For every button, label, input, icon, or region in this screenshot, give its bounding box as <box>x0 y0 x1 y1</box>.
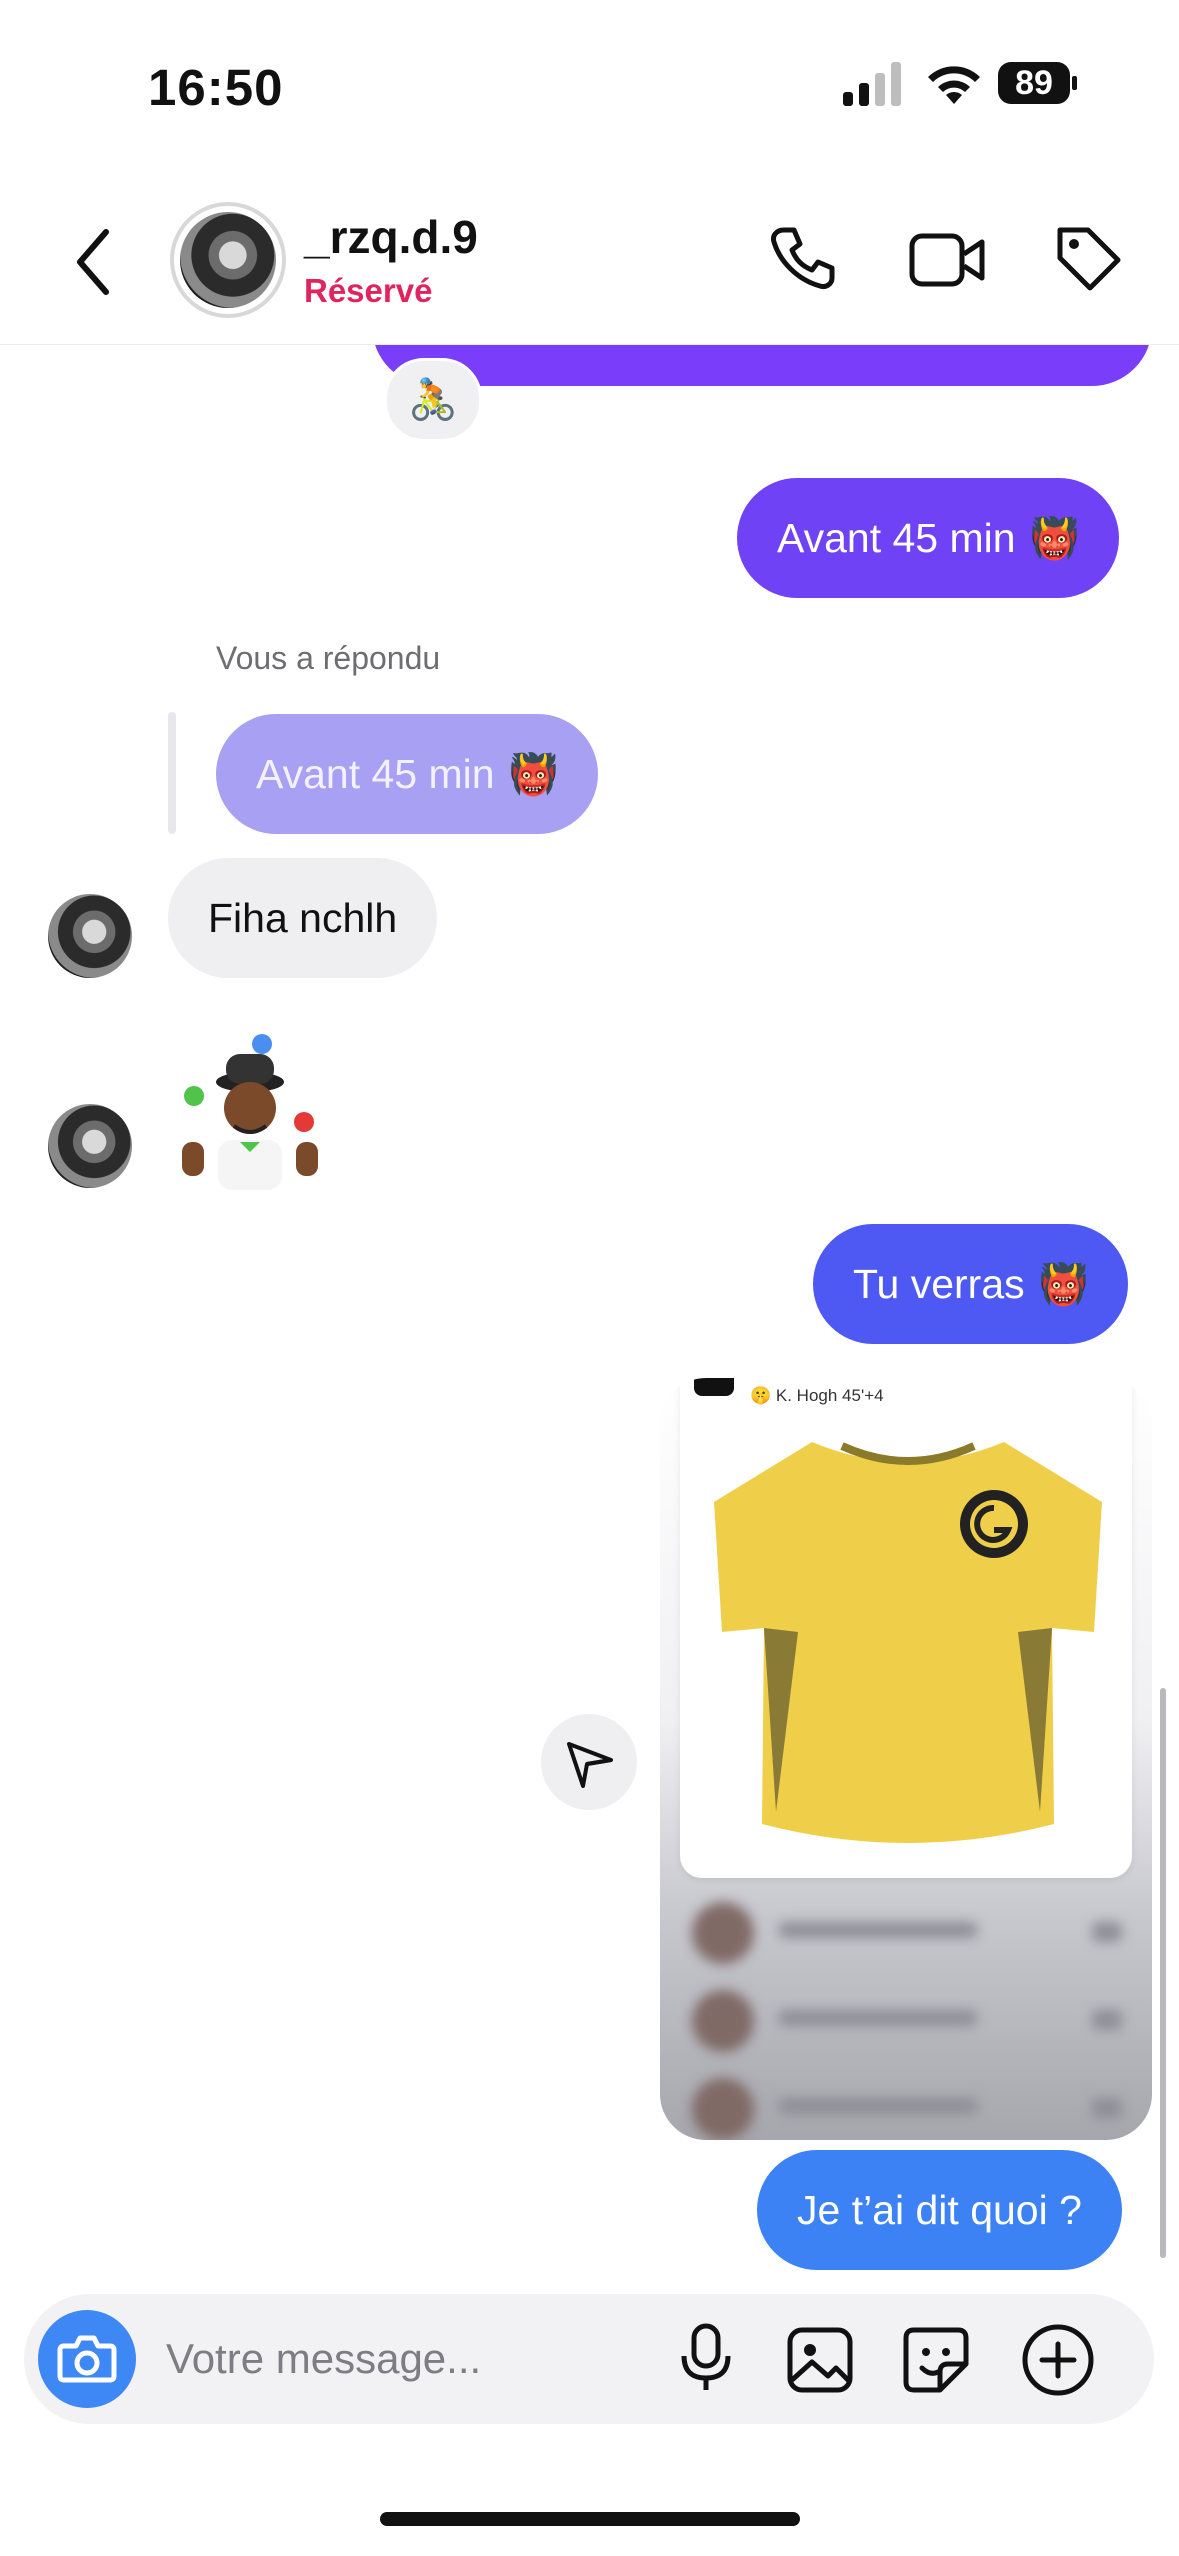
shared-post[interactable]: 🤫 K. Hogh 45'+4 <box>660 1378 1152 2140</box>
share-button[interactable] <box>541 1714 637 1810</box>
quoted-text: Avant 45 min <box>256 751 495 797</box>
battery-icon: 89 <box>998 62 1078 108</box>
app-badge-icon <box>694 1378 734 1396</box>
post-caption: 🤫 K. Hogh 45'+4 <box>750 1386 884 1405</box>
message-text: Tu verras <box>853 1261 1025 1307</box>
outgoing-message[interactable]: Je t’ai dit quoi ? <box>757 2150 1122 2270</box>
battery-level: 89 <box>1015 64 1053 102</box>
wifi-icon <box>928 66 980 104</box>
camera-button[interactable] <box>38 2310 136 2408</box>
message-composer <box>24 2294 1154 2424</box>
yellow-jersey-image <box>714 1442 1102 1843</box>
chat-header: _rzq.d.9 Réservé <box>0 180 1179 345</box>
cellular-signal-icon <box>843 62 901 106</box>
image-icon[interactable] <box>784 2324 856 2396</box>
send-icon <box>567 1742 613 1788</box>
sticker-icon[interactable] <box>900 2324 972 2396</box>
blurred-post-background <box>660 1878 1152 2140</box>
ogre-emoji: 👹 <box>508 753 559 797</box>
back-button[interactable] <box>70 226 120 298</box>
scrollbar[interactable] <box>1160 1688 1166 2258</box>
outgoing-message[interactable]: Tu verras 👹 <box>813 1224 1129 1344</box>
message-text: Avant 45 min <box>777 515 1016 561</box>
tag-icon[interactable] <box>1052 222 1124 294</box>
message-input[interactable] <box>166 2324 666 2394</box>
sender-avatar[interactable] <box>48 894 132 978</box>
contact-name[interactable]: _rzq.d.9 <box>304 210 478 264</box>
ogre-emoji: 👹 <box>1038 1263 1089 1307</box>
ogre-emoji: 👹 <box>1029 517 1080 561</box>
outgoing-message[interactable]: Avant 45 min 👹 <box>737 478 1120 598</box>
camera-icon <box>57 2335 117 2383</box>
message-reaction[interactable]: 🚴 <box>384 358 482 442</box>
incoming-message[interactable]: Fiha nchlh <box>168 858 438 978</box>
status-time: 16:50 <box>148 59 284 116</box>
quoted-message[interactable]: Avant 45 min 👹 <box>216 714 599 834</box>
microphone-icon[interactable] <box>670 2322 742 2394</box>
home-indicator <box>380 2512 800 2526</box>
post-preview: 🤫 K. Hogh 45'+4 <box>680 1378 1132 1878</box>
contact-status: Réservé <box>304 272 433 309</box>
sender-avatar[interactable] <box>48 1104 132 1188</box>
reply-bar <box>168 712 176 834</box>
video-camera-icon[interactable] <box>908 224 986 296</box>
phone-icon[interactable] <box>766 222 838 294</box>
reply-label: Vous a répondu <box>216 640 441 676</box>
contact-avatar[interactable] <box>170 202 286 318</box>
juggler-emoji[interactable] <box>180 1030 320 1190</box>
plus-circle-icon[interactable] <box>1020 2322 1096 2398</box>
